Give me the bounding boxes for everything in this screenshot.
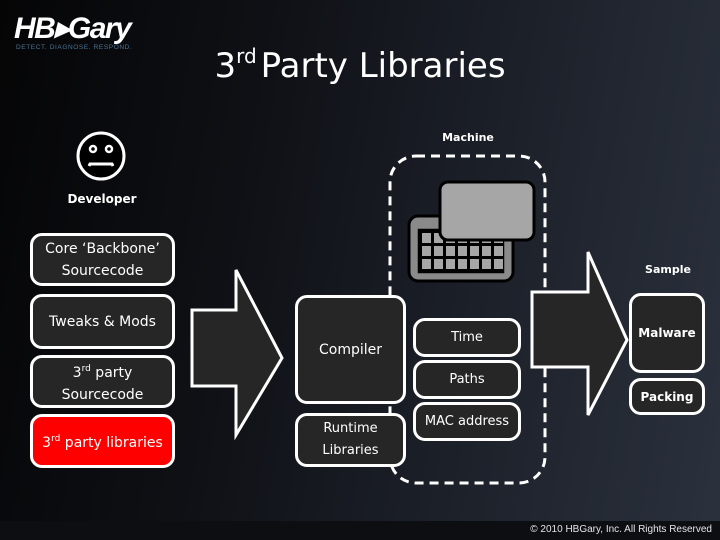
- machine-item-paths-label: Paths: [449, 371, 485, 387]
- machine-item-time-label: Time: [451, 329, 483, 345]
- copyright-text: © 2010 HBGary, Inc. All Rights Reserved: [530, 524, 712, 535]
- malware-box: Malware: [629, 293, 705, 373]
- machine-item-mac-label: MAC address: [424, 413, 510, 429]
- slide-title: 3rd Party Libraries: [0, 44, 720, 86]
- machine-label: Machine: [442, 131, 494, 144]
- keyboard-key: [422, 233, 431, 243]
- keyboard-key: [494, 246, 503, 256]
- keyboard-key: [422, 246, 431, 256]
- runtime-line1: Runtime: [323, 421, 378, 436]
- tweaks-mods-box: Tweaks & Mods: [30, 294, 175, 349]
- tps-line2: Sourcecode: [61, 386, 144, 403]
- keyboard-key: [482, 259, 491, 269]
- tps-rest: party: [90, 364, 133, 381]
- third-party-libraries-box: 3rd party libraries: [30, 414, 175, 468]
- machine-item-paths: Paths: [413, 360, 521, 399]
- compiler-label: Compiler: [318, 341, 382, 358]
- keyboard-key: [482, 246, 491, 256]
- tps-prefix: 3: [72, 364, 82, 381]
- keyboard-key: [422, 259, 431, 269]
- tpl-sup: rd: [51, 434, 61, 444]
- keyboard-key: [494, 259, 503, 269]
- tweaks-mods-label: Tweaks & Mods: [49, 313, 156, 330]
- keyboard-key: [470, 246, 479, 256]
- tpl-prefix: 3: [42, 435, 52, 451]
- keyboard-key: [434, 246, 443, 256]
- malware-label: Malware: [638, 326, 696, 340]
- compiler-box: Compiler: [295, 295, 406, 404]
- tps-sup: rd: [81, 363, 91, 374]
- keyboard-key: [446, 259, 455, 269]
- keyboard-key: [434, 259, 443, 269]
- packing-label: Packing: [640, 389, 694, 404]
- third-party-sourcecode-box: 3rd party Sourcecode: [30, 355, 175, 408]
- runtime-line2: Libraries: [322, 443, 379, 458]
- title-rest: Party Libraries: [260, 46, 506, 86]
- core-backbone-line2: Sourcecode: [61, 262, 144, 279]
- machine-item-mac-address: MAC address: [413, 402, 521, 441]
- keyboard-key: [458, 259, 467, 269]
- footer-bar: © 2010 HBGary, Inc. All Rights Reserved: [0, 521, 720, 540]
- tpl-rest: party libraries: [60, 435, 163, 451]
- arrow-right-icon: [530, 251, 629, 416]
- core-backbone-box: Core ‘Backbone’ Sourcecode: [30, 233, 175, 286]
- core-backbone-line1: Core ‘Backbone’: [45, 240, 160, 257]
- keyboard-key: [458, 246, 467, 256]
- keyboard-key: [470, 259, 479, 269]
- developer-label: Developer: [67, 192, 137, 206]
- computer-icon: [407, 180, 536, 283]
- runtime-libraries-box: Runtime Libraries: [295, 413, 406, 467]
- machine-item-time: Time: [413, 318, 521, 357]
- arrow-right-icon: [190, 269, 284, 441]
- packing-box: Packing: [629, 378, 705, 415]
- keyboard-key: [446, 246, 455, 256]
- title-superscript: rd: [236, 44, 257, 68]
- logo-wordmark: HB▸Gary: [14, 12, 132, 45]
- title-prefix: 3: [214, 46, 237, 86]
- sample-label: Sample: [645, 263, 691, 276]
- sad-face-icon: [76, 131, 126, 181]
